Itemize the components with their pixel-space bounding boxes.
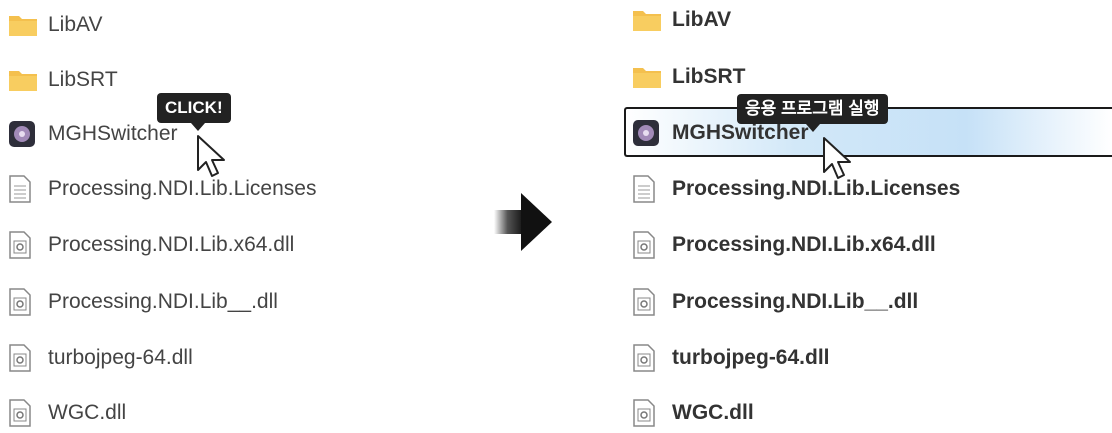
app-icon bbox=[8, 119, 38, 149]
item-label: turbojpeg-64.dll bbox=[48, 346, 193, 369]
item-label: Processing.NDI.Lib.Licenses bbox=[672, 177, 961, 200]
dll-file-icon bbox=[8, 230, 38, 260]
mouse-cursor-icon bbox=[197, 135, 225, 177]
app-icon bbox=[632, 118, 662, 148]
list-item-licenses[interactable]: Processing.NDI.Lib.Licenses bbox=[8, 169, 316, 209]
item-label: LibSRT bbox=[672, 65, 746, 88]
item-label: Processing.NDI.Lib__.dll bbox=[48, 290, 278, 313]
list-item-libsrt[interactable]: LibSRT bbox=[8, 60, 118, 100]
item-label: Processing.NDI.Lib.x64.dll bbox=[48, 233, 295, 256]
item-label: WGC.dll bbox=[48, 401, 127, 424]
list-item-turbojpeg[interactable]: turbojpeg-64.dll bbox=[8, 338, 193, 378]
folder-icon bbox=[632, 62, 662, 92]
text-file-icon bbox=[632, 174, 662, 204]
item-label: Processing.NDI.Lib.x64.dll bbox=[672, 233, 936, 256]
folder-icon bbox=[632, 5, 662, 35]
item-label: MGHSwitcher bbox=[672, 121, 809, 144]
item-label: Processing.NDI.Lib.Licenses bbox=[48, 177, 317, 200]
list-item-turbojpeg[interactable]: turbojpeg-64.dll bbox=[632, 338, 830, 378]
dll-file-icon bbox=[8, 287, 38, 317]
right-arrow-icon bbox=[494, 193, 552, 251]
list-item-mghswitcher[interactable]: MGHSwitcher bbox=[8, 114, 178, 154]
list-item-ndi-x64[interactable]: Processing.NDI.Lib.x64.dll bbox=[8, 225, 294, 265]
dll-file-icon bbox=[632, 230, 662, 260]
list-item-libav[interactable]: LibAV bbox=[632, 0, 731, 40]
item-label: LibSRT bbox=[48, 68, 118, 91]
item-label: LibAV bbox=[672, 8, 732, 31]
text-file-icon bbox=[8, 174, 38, 204]
list-item-ndi-lib[interactable]: Processing.NDI.Lib__.dll bbox=[8, 282, 278, 322]
dll-file-icon bbox=[632, 343, 662, 373]
item-label: WGC.dll bbox=[672, 401, 754, 424]
list-item-ndi-lib[interactable]: Processing.NDI.Lib__.dll bbox=[632, 282, 918, 322]
list-item-libsrt[interactable]: LibSRT bbox=[632, 57, 746, 97]
dll-file-icon bbox=[8, 343, 38, 373]
folder-icon bbox=[8, 10, 38, 40]
dll-file-icon bbox=[632, 398, 662, 428]
list-item-wgc[interactable]: WGC.dll bbox=[632, 393, 754, 433]
item-label: turbojpeg-64.dll bbox=[672, 346, 830, 369]
dll-file-icon bbox=[8, 398, 38, 428]
dll-file-icon bbox=[632, 287, 662, 317]
list-item-licenses[interactable]: Processing.NDI.Lib.Licenses bbox=[632, 169, 960, 209]
list-item-libav[interactable]: LibAV bbox=[8, 5, 102, 45]
item-label: MGHSwitcher bbox=[48, 122, 178, 145]
item-label: LibAV bbox=[48, 13, 103, 36]
item-label: Processing.NDI.Lib__.dll bbox=[672, 290, 919, 313]
list-item-wgc[interactable]: WGC.dll bbox=[8, 393, 126, 433]
folder-icon bbox=[8, 65, 38, 95]
click-tooltip: CLICK! bbox=[157, 93, 231, 131]
run-application-tooltip: 응용 프로그램 실행 bbox=[737, 94, 888, 132]
list-item-ndi-x64[interactable]: Processing.NDI.Lib.x64.dll bbox=[632, 225, 936, 265]
mouse-cursor-icon bbox=[823, 137, 851, 179]
